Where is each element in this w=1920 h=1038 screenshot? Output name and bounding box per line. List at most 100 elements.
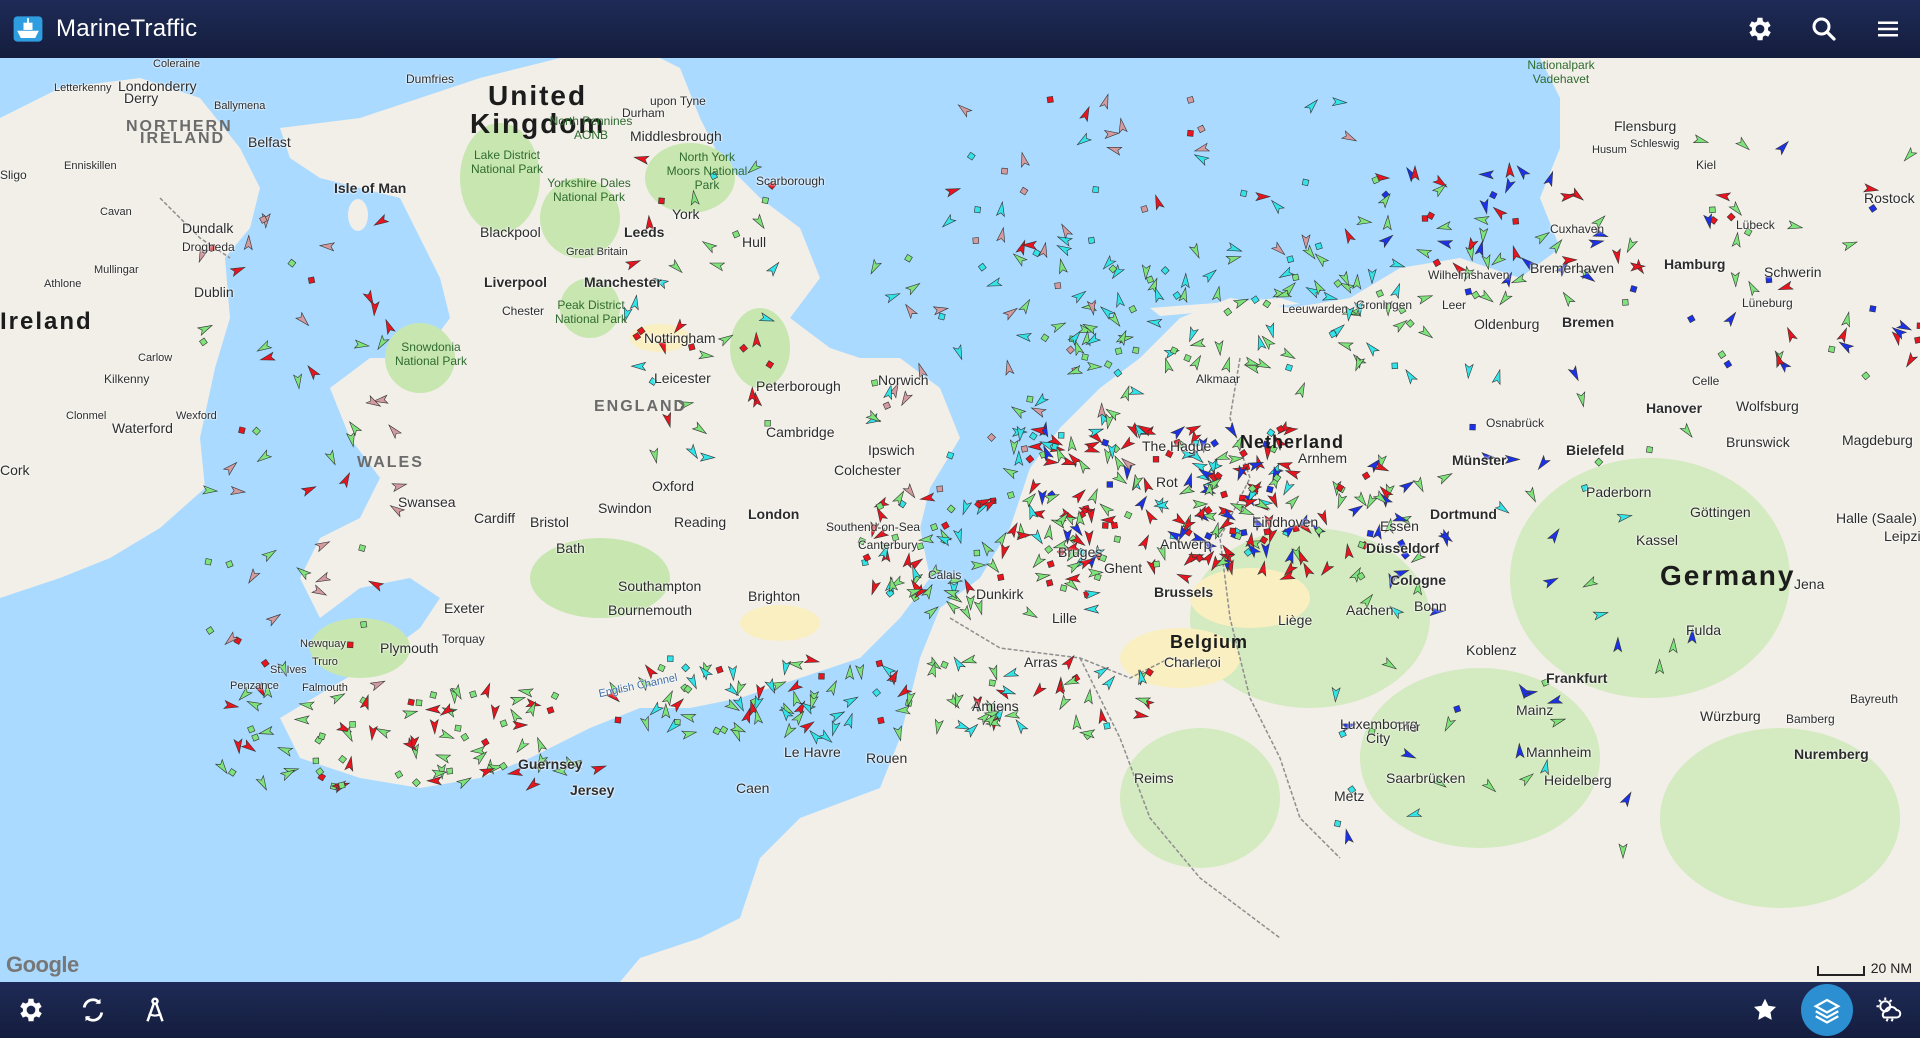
vessel-marker[interactable] (202, 485, 219, 495)
vessel-marker[interactable] (1403, 368, 1418, 385)
vessel-marker[interactable] (1170, 424, 1187, 440)
vessel-marker[interactable] (1026, 478, 1042, 495)
vessel-marker[interactable] (1331, 97, 1348, 107)
vessel-marker[interactable] (1214, 340, 1224, 357)
vessel-marker[interactable] (438, 703, 456, 719)
vessel-marker[interactable] (1491, 368, 1503, 386)
vessel-marker[interactable] (1193, 151, 1210, 166)
map-settings-button[interactable] (0, 982, 62, 1038)
vessel-marker[interactable] (1417, 325, 1435, 341)
vessel-marker[interactable] (1903, 351, 1919, 369)
vessel-marker[interactable] (945, 450, 956, 461)
vessel-marker[interactable] (1186, 325, 1199, 343)
vessel-marker[interactable] (1392, 317, 1409, 333)
vessel-marker[interactable] (1013, 717, 1029, 735)
vessel-marker[interactable] (1185, 128, 1196, 139)
vessel-marker[interactable] (1655, 658, 1665, 675)
vessel-marker[interactable] (647, 701, 665, 717)
vessel-marker[interactable] (1473, 214, 1490, 226)
vessel-marker[interactable] (904, 280, 922, 296)
vessel-marker[interactable] (1112, 534, 1123, 545)
vessel-marker[interactable] (287, 258, 297, 268)
vessel-marker[interactable] (411, 778, 421, 788)
vessel-marker[interactable] (952, 527, 965, 545)
vessel-marker[interactable] (1567, 365, 1581, 382)
vessel-marker[interactable] (790, 690, 803, 707)
vessel-marker[interactable] (956, 102, 973, 118)
vessel-marker[interactable] (698, 350, 715, 360)
vessel-marker[interactable] (732, 695, 747, 713)
vessel-marker[interactable] (1011, 251, 1028, 267)
vessel-marker[interactable] (1284, 362, 1295, 373)
vessel-marker[interactable] (717, 332, 735, 347)
vessel-marker[interactable] (382, 318, 396, 336)
vessel-marker[interactable] (701, 238, 718, 254)
vessel-marker[interactable] (1052, 280, 1063, 291)
vessel-marker[interactable] (1223, 307, 1233, 317)
vessel-marker[interactable] (1188, 242, 1203, 260)
vessel-marker[interactable] (1176, 571, 1193, 585)
vessel-marker[interactable] (1044, 577, 1055, 588)
vessel-marker[interactable] (240, 739, 258, 755)
vessel-marker[interactable] (649, 447, 661, 464)
vessel-marker[interactable] (719, 725, 729, 735)
vessel-marker[interactable] (203, 556, 214, 567)
vessel-marker[interactable] (1841, 238, 1859, 252)
vessel-marker[interactable] (661, 689, 676, 707)
vessel-marker[interactable] (1277, 266, 1295, 281)
vessel-marker[interactable] (872, 688, 882, 698)
vessel-marker[interactable] (959, 604, 974, 622)
vessel-marker[interactable] (480, 682, 494, 699)
vessel-marker[interactable] (255, 449, 273, 465)
vessel-marker[interactable] (1686, 314, 1696, 324)
vessel-marker[interactable] (1210, 438, 1219, 448)
vessel-marker[interactable] (1730, 271, 1740, 288)
vessel-marker[interactable] (752, 213, 767, 230)
vessel-marker[interactable] (1332, 818, 1343, 829)
vessel-marker[interactable] (803, 654, 821, 666)
vessel-marker[interactable] (1264, 484, 1275, 495)
vessel-marker[interactable] (1015, 239, 1028, 256)
vessel-marker[interactable] (1471, 290, 1480, 300)
vessel-marker[interactable] (345, 639, 356, 650)
vessel-marker[interactable] (338, 471, 353, 489)
vessel-marker[interactable] (1045, 94, 1056, 105)
vessel-marker[interactable] (1618, 843, 1628, 860)
vessel-marker[interactable] (884, 290, 901, 304)
vessel-marker[interactable] (1061, 653, 1077, 671)
vessel-marker[interactable] (245, 568, 261, 585)
vessel-marker[interactable] (346, 419, 363, 437)
vessel-marker[interactable] (685, 443, 700, 460)
vessel-marker[interactable] (1183, 472, 1195, 489)
vessel-marker[interactable] (939, 660, 949, 670)
vessel-layer[interactable] (0, 58, 1920, 982)
vessel-marker[interactable] (941, 521, 951, 531)
vessel-marker[interactable] (1117, 117, 1128, 134)
vessel-marker[interactable] (1723, 359, 1733, 369)
vessel-marker[interactable] (1032, 392, 1050, 409)
vessel-marker[interactable] (1841, 311, 1853, 328)
vessel-marker[interactable] (277, 744, 294, 757)
vessel-marker[interactable] (1079, 352, 1090, 363)
vessel-marker[interactable] (1435, 221, 1453, 233)
vessel-marker[interactable] (1836, 326, 1850, 344)
vessel-marker[interactable] (1014, 450, 1024, 466)
vessel-marker[interactable] (1103, 360, 1113, 370)
vessel-marker[interactable] (460, 732, 470, 742)
vessel-marker[interactable] (1510, 216, 1521, 227)
vessel-marker[interactable] (353, 339, 371, 350)
vessel-marker[interactable] (402, 707, 419, 720)
vessel-marker[interactable] (714, 664, 725, 675)
vessel-marker[interactable] (1099, 93, 1112, 110)
vessel-marker[interactable] (1002, 305, 1019, 321)
vessel-marker[interactable] (1255, 357, 1272, 372)
vessel-marker[interactable] (1784, 326, 1798, 343)
layers-button[interactable] (1801, 984, 1853, 1036)
vessel-marker[interactable] (509, 694, 527, 706)
vessel-marker[interactable] (1279, 347, 1297, 362)
vessel-marker[interactable] (1594, 457, 1604, 467)
vessel-marker[interactable] (1294, 381, 1308, 399)
vessel-marker[interactable] (1111, 454, 1126, 472)
vessel-marker[interactable] (1140, 476, 1154, 494)
vessel-marker[interactable] (1027, 442, 1044, 452)
